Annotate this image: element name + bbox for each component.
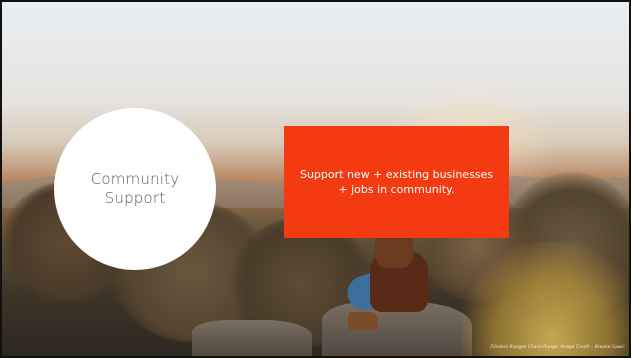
support-callout-box: Support new + existing businesses + jobs… [284,126,509,238]
person-boot [348,312,378,330]
golden-grass [462,242,629,356]
callout-text: Support new + existing businesses + jobs… [299,168,494,196]
slide: Community Support Support new + existing… [0,0,631,358]
photo-credit: Flinders Ranges Chace Range, Image Credi… [490,345,625,350]
rock [192,320,312,356]
circle-title: Community Support [90,170,180,207]
seated-person [342,224,452,344]
community-support-circle: Community Support [54,108,216,270]
